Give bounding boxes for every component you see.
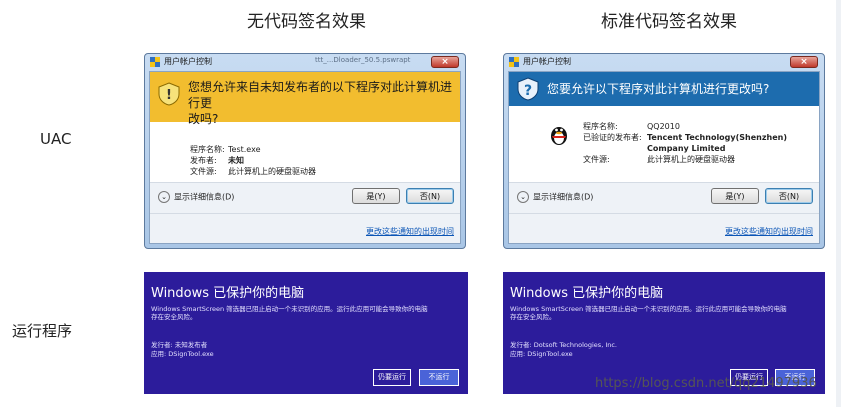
svg-text:?: ?	[524, 83, 532, 99]
smartscreen-unsigned: Windows 已保护你的电脑 Windows SmartScreen 筛选器已…	[144, 272, 468, 394]
program-name-label: 程序名称:	[583, 122, 618, 131]
no-button[interactable]: 否(N)	[765, 188, 813, 204]
uac-dialog-unsigned: 用户帐户控制 ttt_...Dloader_50.5.pswrapt × ! 您…	[144, 53, 466, 249]
change-notification-link[interactable]: 更改这些通知的出现时间	[725, 226, 813, 237]
uac-shield-icon: !	[158, 82, 180, 106]
uac-shield-icon: ?	[517, 77, 539, 101]
smartscreen-meta: 发行者: Dotsoft Technologies, Inc. 应用: DSig…	[510, 341, 617, 358]
smartscreen-description: Windows SmartScreen 筛选器已阻止启动一个未识别的应用。运行此…	[510, 305, 787, 321]
source-label: 文件源:	[190, 167, 217, 176]
banner-question-line1: 您想允许来自未知发布者的以下程序对此计算机进行更	[188, 80, 453, 110]
publisher-line: 发行者: Dotsoft Technologies, Inc.	[510, 341, 618, 349]
column-title-signed: 标准代码签名效果	[601, 12, 737, 32]
yes-button[interactable]: 是(Y)	[352, 188, 400, 204]
source-value: 此计算机上的硬盘驱动器	[647, 155, 735, 164]
program-info: 程序名称: Test.exe 发布者: 未知 文件源: 此计算机上的硬盘驱动器	[190, 144, 316, 177]
close-button[interactable]: ×	[790, 56, 818, 68]
background-window-title: ttt_...Dloader_50.5.pswrapt	[315, 56, 411, 64]
no-button[interactable]: 否(N)	[406, 188, 454, 204]
run-anyway-button[interactable]: 仍要运行	[373, 369, 411, 386]
banner-question: 您要允许以下程序对此计算机进行更改吗?	[547, 82, 770, 96]
column-title-unsigned: 无代码签名效果	[247, 12, 366, 32]
row-label-run: 运行程序	[12, 322, 73, 340]
dialog-client: ? 您要允许以下程序对此计算机进行更改吗? 程序名称: QQ2010 已验证的发布…	[508, 71, 820, 244]
app-line: 应用: DSignTool.exe	[510, 349, 573, 358]
page-edge	[836, 0, 841, 407]
source-value: 此计算机上的硬盘驱动器	[228, 167, 316, 176]
uac-shield-icon	[150, 57, 160, 67]
program-name-value: QQ2010	[647, 122, 680, 131]
show-details-label: 显示详细信息(D)	[533, 192, 594, 202]
info-banner: ? 您要允许以下程序对此计算机进行更改吗?	[509, 72, 819, 106]
uac-shield-icon	[509, 57, 519, 67]
window-title: 用户帐户控制	[523, 57, 571, 66]
publisher-value: 未知	[228, 156, 244, 165]
title-bar: 用户帐户控制 ttt_...Dloader_50.5.pswrapt ×	[145, 54, 465, 70]
close-icon: ×	[800, 57, 808, 67]
smartscreen-heading: Windows 已保护你的电脑	[510, 286, 664, 301]
svg-text:!: !	[166, 88, 172, 103]
chevron-down-icon: ⌄	[158, 191, 170, 203]
publisher-value-line2: Company Limited	[647, 144, 726, 153]
window-title: 用户帐户控制	[164, 57, 212, 66]
app-line: 应用: DSignTool.exe	[151, 349, 214, 358]
program-info: 程序名称: QQ2010 已验证的发布者: Tencent Technology(S…	[583, 121, 787, 165]
warning-banner: ! 您想允许来自未知发布者的以下程序对此计算机进行更 改吗?	[150, 72, 460, 126]
program-name-label: 程序名称:	[190, 145, 225, 154]
footer-divider	[509, 213, 819, 214]
show-details-toggle[interactable]: ⌄ 显示详细信息(D)	[517, 191, 593, 203]
smartscreen-meta: 发行者: 未知发布者 应用: DSignTool.exe	[151, 341, 214, 358]
uac-dialog-signed: 用户帐户控制 × ? 您要允许以下程序对此计算机进行更改吗? 程序名称: QQ20…	[503, 53, 825, 249]
footer-divider	[150, 213, 460, 214]
qq-penguin-icon	[551, 127, 567, 145]
chevron-down-icon: ⌄	[517, 191, 529, 203]
row-label-uac: UAC	[40, 130, 72, 148]
banner-question-line2: 改吗?	[188, 112, 219, 126]
close-icon: ×	[441, 57, 449, 67]
show-details-toggle[interactable]: ⌄ 显示详细信息(D)	[158, 191, 234, 203]
smartscreen-heading: Windows 已保护你的电脑	[151, 286, 305, 301]
dialog-footer: ⌄ 显示详细信息(D) 是(Y) 否(N) 更改这些通知的出现时间	[509, 182, 819, 243]
source-label: 文件源:	[583, 155, 610, 164]
publisher-value-line1: Tencent Technology(Shenzhen)	[647, 133, 787, 142]
yes-button[interactable]: 是(Y)	[711, 188, 759, 204]
publisher-label: 发布者:	[190, 156, 217, 165]
program-name-value: Test.exe	[228, 145, 261, 154]
dont-run-button[interactable]: 不运行	[419, 369, 459, 386]
dialog-client: ! 您想允许来自未知发布者的以下程序对此计算机进行更 改吗? 程序名称: Test…	[149, 71, 461, 244]
publisher-line: 发行者: 未知发布者	[151, 341, 208, 349]
watermark: https://blog.csdn.net/qq21497936	[595, 376, 817, 391]
title-bar: 用户帐户控制 ×	[504, 54, 824, 70]
change-notification-link[interactable]: 更改这些通知的出现时间	[366, 226, 454, 237]
close-button[interactable]: ×	[431, 56, 459, 68]
show-details-label: 显示详细信息(D)	[174, 192, 235, 202]
dialog-footer: ⌄ 显示详细信息(D) 是(Y) 否(N) 更改这些通知的出现时间	[150, 182, 460, 243]
smartscreen-description: Windows SmartScreen 筛选器已阻止启动一个未识别的应用。运行此…	[151, 305, 428, 321]
publisher-label: 已验证的发布者:	[583, 133, 642, 142]
